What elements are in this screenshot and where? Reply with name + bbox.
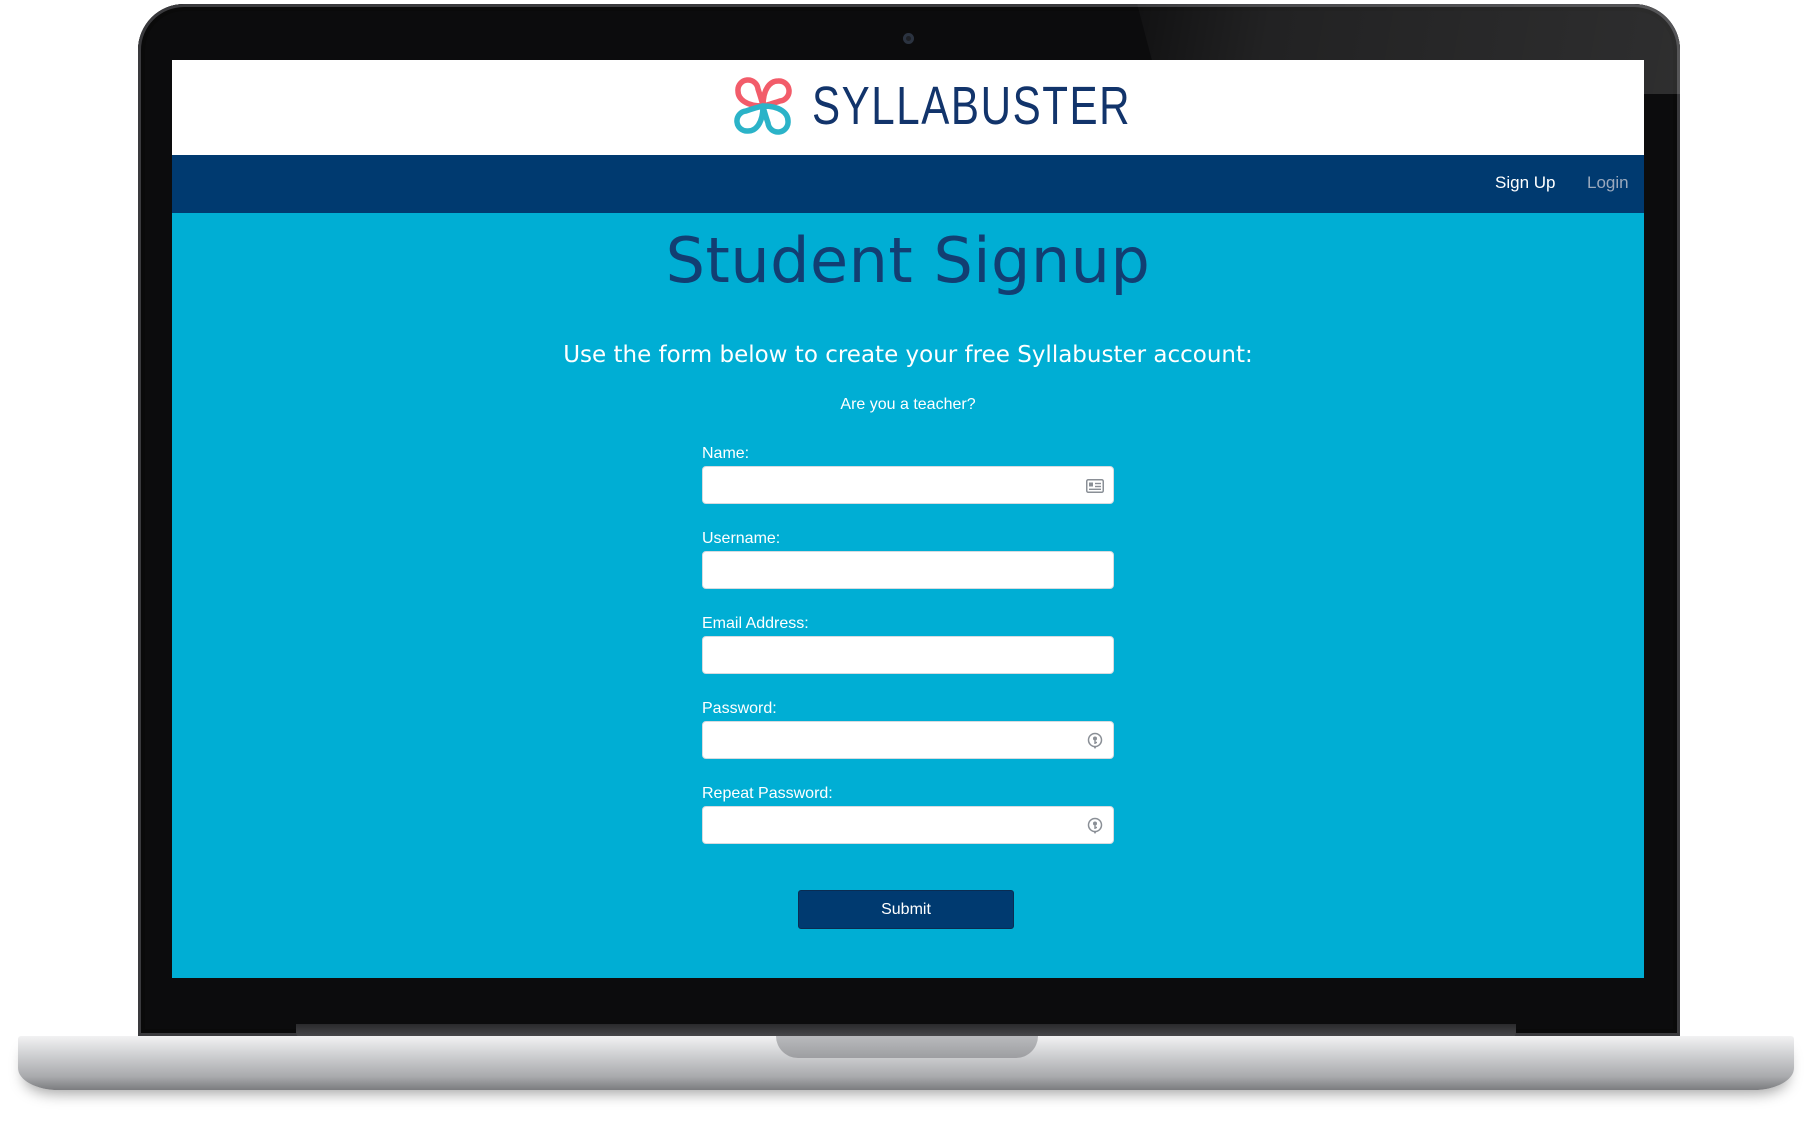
nav-login-link[interactable]: Login [1587, 173, 1629, 193]
four-loop-flower-logo-icon [732, 75, 794, 137]
name-field[interactable] [702, 466, 1114, 504]
repeat-password-field[interactable] [702, 806, 1114, 844]
site-header: SYLLABUSTER [172, 60, 1644, 155]
teacher-link-container: Are you a teacher? [172, 396, 1644, 414]
laptop-notch [776, 1036, 1038, 1058]
brand-name: SYLLABUSTER [812, 76, 1132, 136]
webcam-icon [903, 33, 914, 44]
name-label: Name: [702, 445, 750, 462]
teacher-signup-link[interactable]: Are you a teacher? [840, 396, 975, 413]
submit-button[interactable]: Submit [798, 890, 1014, 929]
key-icon[interactable] [1085, 816, 1105, 836]
top-navbar: Sign Up Login [172, 155, 1644, 213]
browser-screen: SYLLABUSTER Sign Up Login Student Signup… [172, 60, 1644, 978]
username-label: Username: [702, 530, 781, 547]
brand-logo-link[interactable]: SYLLABUSTER [732, 74, 1221, 138]
contact-card-icon[interactable] [1085, 476, 1105, 496]
password-label: Password: [702, 700, 777, 717]
page-title: Student Signup [665, 224, 1151, 297]
key-icon[interactable] [1085, 731, 1105, 751]
email-label: Email Address: [702, 615, 809, 632]
nav-sign-up-link[interactable]: Sign Up [1495, 173, 1555, 193]
intro-text: Use the form below to create your free S… [563, 342, 1253, 368]
username-field[interactable] [702, 551, 1114, 589]
email-field[interactable] [702, 636, 1114, 674]
repeat-password-label: Repeat Password: [702, 785, 833, 802]
password-field[interactable] [702, 721, 1114, 759]
